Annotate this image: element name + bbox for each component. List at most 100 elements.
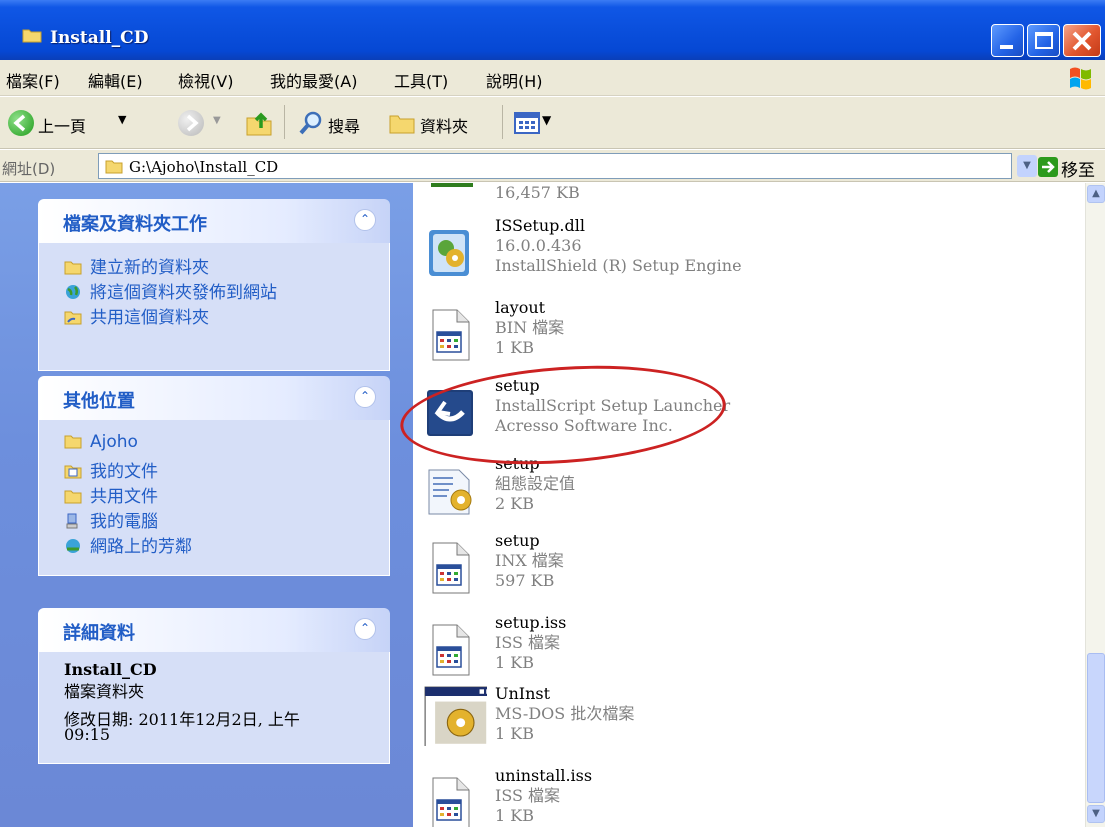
- menu-view[interactable]: 檢視(V): [178, 68, 233, 92]
- panel-header[interactable]: 其他位置 ⌃: [38, 376, 390, 420]
- search-icon[interactable]: [298, 110, 324, 136]
- forward-icon[interactable]: [178, 110, 204, 136]
- address-path: G:\Ajoho\Install_CD: [129, 158, 279, 176]
- file-info: 1 KB: [495, 806, 534, 825]
- place-my-documents[interactable]: 我的文件: [64, 457, 158, 482]
- view-icon[interactable]: [514, 112, 540, 134]
- search-button[interactable]: 搜尋: [328, 113, 360, 137]
- panel-title: 檔案及資料夾工作: [63, 214, 207, 235]
- file-info: 1 KB: [495, 338, 534, 357]
- place-label: 共用文件: [90, 487, 158, 507]
- up-folder-icon[interactable]: [244, 108, 274, 138]
- address-input[interactable]: G:\Ajoho\Install_CD: [98, 153, 1012, 179]
- file-folder-tasks-panel: 檔案及資料夾工作 ⌃ 建立新的資料夾 將這個資料夾發佈到網站 共用這個資料夾: [38, 199, 390, 371]
- minimize-button[interactable]: [991, 24, 1024, 57]
- folders-button[interactable]: 資料夾: [420, 113, 468, 137]
- file-item[interactable]: ISSetup.dll 16.0.0.436 InstallShield (R)…: [413, 216, 1073, 298]
- task-share-folder[interactable]: 共用這個資料夾: [64, 303, 209, 328]
- place-label: 我的文件: [90, 462, 158, 482]
- folder-icon: [64, 488, 82, 504]
- scroll-down-icon[interactable]: ▼: [1087, 805, 1105, 823]
- go-button[interactable]: 移至: [1061, 156, 1095, 181]
- vertical-scrollbar[interactable]: ▲ ▼: [1085, 183, 1105, 827]
- close-icon: [1072, 31, 1092, 51]
- close-button[interactable]: [1063, 24, 1101, 57]
- toolbar-separator: [284, 105, 285, 139]
- toolbar-separator: [502, 105, 503, 139]
- collapse-icon[interactable]: ⌃: [354, 386, 376, 408]
- file-info: ISS 檔案: [495, 786, 561, 805]
- file-info: 16,457 KB: [495, 183, 580, 202]
- back-button[interactable]: 上一頁: [38, 113, 86, 137]
- details-panel: 詳細資料 ⌃ Install_CD 檔案資料夾 修改日期: 2011年12月2日…: [38, 608, 390, 764]
- panel-title: 其他位置: [63, 391, 135, 412]
- forward-dropdown-icon[interactable]: ▼: [213, 115, 221, 126]
- file-item[interactable]: setup 組態設定值 2 KB: [413, 454, 1073, 536]
- file-info: 597 KB: [495, 571, 555, 590]
- task-label: 將這個資料夾發佈到網站: [90, 283, 277, 303]
- file-info: INX 檔案: [495, 551, 564, 570]
- collapse-icon[interactable]: ⌃: [354, 618, 376, 640]
- title-bar[interactable]: Install_CD: [0, 0, 1105, 60]
- panel-header[interactable]: 檔案及資料夾工作 ⌃: [38, 199, 390, 243]
- maximize-button[interactable]: [1027, 24, 1060, 57]
- menu-bar: 檔案(F) 編輯(E) 檢視(V) 我的最愛(A) 工具(T) 說明(H): [0, 60, 1105, 96]
- other-places-panel: 其他位置 ⌃ Ajoho 我的文件 共用文件 我的電腦 網路上的芳鄰: [38, 376, 390, 576]
- file-list: 16,457 KB ISSetup.dll 16.0.0.436 Install…: [413, 183, 1085, 827]
- toolbar: 上一頁 ▼ ▼ 搜尋 資料夾 ▼: [0, 97, 1105, 149]
- file-info: 1 KB: [495, 724, 534, 743]
- menu-favorites[interactable]: 我的最愛(A): [270, 68, 357, 92]
- view-dropdown-icon[interactable]: ▼: [542, 113, 551, 127]
- generic-file-icon: [432, 309, 470, 361]
- file-name: uninstall.iss: [495, 766, 593, 785]
- task-label: 建立新的資料夾: [90, 258, 209, 278]
- back-icon[interactable]: [8, 110, 34, 136]
- minimize-icon: [1000, 45, 1013, 49]
- file-name: UnInst: [495, 684, 551, 703]
- address-bar: 網址(D) G:\Ajoho\Install_CD ▼ 移至: [0, 150, 1105, 182]
- place-my-computer[interactable]: 我的電腦: [64, 507, 158, 532]
- my-documents-icon: [64, 463, 82, 479]
- batch-file-icon: [424, 686, 487, 746]
- file-name: layout: [495, 298, 546, 317]
- place-ajoho[interactable]: Ajoho: [64, 432, 138, 452]
- my-computer-icon: [64, 513, 82, 529]
- place-shared-documents[interactable]: 共用文件: [64, 482, 158, 507]
- collapse-icon[interactable]: ⌃: [354, 209, 376, 231]
- detail-type: 檔案資料夾: [64, 682, 145, 701]
- file-info: 1 KB: [495, 653, 534, 672]
- file-item[interactable]: setup INX 檔案 597 KB: [413, 531, 1073, 613]
- window-title: Install_CD: [50, 28, 149, 48]
- task-publish-web[interactable]: 將這個資料夾發佈到網站: [64, 278, 277, 303]
- generic-file-icon: [432, 777, 470, 827]
- file-info: 16.0.0.436: [495, 236, 582, 255]
- detail-name: Install_CD: [64, 660, 157, 679]
- scroll-up-icon[interactable]: ▲: [1087, 185, 1105, 203]
- place-network[interactable]: 網路上的芳鄰: [64, 532, 192, 557]
- go-arrow-icon[interactable]: [1038, 157, 1058, 177]
- file-info: MS-DOS 批次檔案: [495, 704, 635, 723]
- place-label: Ajoho: [90, 432, 138, 452]
- file-item[interactable]: UnInst MS-DOS 批次檔案 1 KB: [413, 684, 1073, 766]
- file-item[interactable]: uninstall.iss ISS 檔案 1 KB: [413, 766, 1073, 827]
- back-dropdown-icon[interactable]: ▼: [118, 113, 126, 126]
- panel-header[interactable]: 詳細資料 ⌃: [38, 608, 390, 652]
- menu-edit[interactable]: 編輯(E): [88, 68, 143, 92]
- task-new-folder[interactable]: 建立新的資料夾: [64, 253, 209, 278]
- detail-time: 09:15: [64, 725, 111, 744]
- file-name: ISSetup.dll: [495, 216, 585, 235]
- file-item[interactable]: layout BIN 檔案 1 KB: [413, 298, 1073, 380]
- new-folder-icon: [64, 259, 82, 275]
- file-info: 組態設定值: [495, 474, 576, 493]
- menu-help[interactable]: 說明(H): [486, 68, 543, 92]
- menu-tools[interactable]: 工具(T): [394, 68, 448, 92]
- file-item[interactable]: setup.iss ISS 檔案 1 KB: [413, 613, 1073, 695]
- address-dropdown-button[interactable]: ▼: [1017, 153, 1037, 179]
- panel-body: Ajoho 我的文件 共用文件 我的電腦 網路上的芳鄰: [38, 420, 390, 576]
- globe-icon: [64, 284, 82, 300]
- folder-icon: [64, 433, 82, 449]
- folders-icon[interactable]: [388, 110, 416, 136]
- scrollbar-thumb[interactable]: [1087, 653, 1105, 803]
- installer-icon: [431, 183, 473, 187]
- menu-file[interactable]: 檔案(F): [6, 68, 60, 92]
